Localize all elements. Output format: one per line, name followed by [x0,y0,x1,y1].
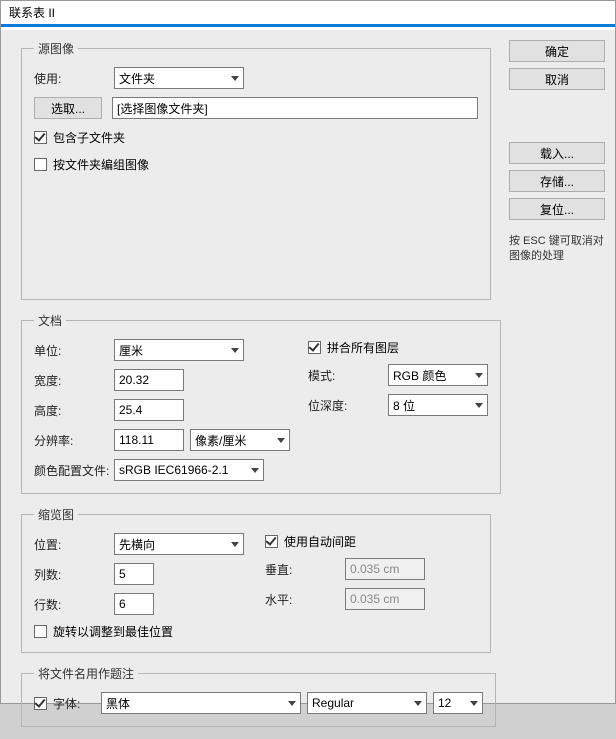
chevron-down-icon [231,348,239,353]
chevron-down-icon [231,76,239,81]
chevron-down-icon [231,542,239,547]
height-label: 高度: [34,402,114,419]
use-select[interactable]: 文件夹 [114,67,244,89]
vertical-label: 垂直: [265,561,345,578]
include-subfolders-label: 包含子文件夹 [53,129,125,146]
unit-label: 单位: [34,342,114,359]
reset-button[interactable]: 复位... [509,198,605,220]
vertical-spacing-input: 0.035 cm [345,558,425,580]
chevron-down-icon [414,701,422,706]
rotate-best-fit-label: 旋转以调整到最佳位置 [53,623,173,640]
save-button[interactable]: 存储... [509,170,605,192]
use-label: 使用: [34,70,114,87]
chevron-down-icon [251,468,259,473]
group-source-legend: 源图像 [34,40,78,57]
dialog-window: 联系表 II 确定 取消 载入... 存储... 复位... 按 ESC 键可取… [0,0,616,704]
rows-input[interactable]: 6 [114,593,154,615]
horizontal-label: 水平: [265,591,345,608]
load-button[interactable]: 载入... [509,142,605,164]
side-column: 确定 取消 载入... 存储... 复位... 按 ESC 键可取消对图像的处理 [509,40,605,265]
group-document-legend: 文档 [34,312,66,329]
group-by-folder-checkbox[interactable] [34,158,47,171]
horizontal-spacing-input: 0.035 cm [345,588,425,610]
flatten-layers-label: 拼合所有图层 [327,339,399,356]
rows-label: 行数: [34,596,114,613]
group-source: 源图像 使用: 文件夹 选取... [选择图像文件夹] 包含子文件夹 [21,40,491,300]
esc-hint: 按 ESC 键可取消对图像的处理 [509,234,605,265]
group-document: 文档 单位: 厘米 宽度: 20.32 高度: 25.4 [21,312,501,494]
font-family-select[interactable]: 黑体 [101,692,301,714]
auto-spacing-label: 使用自动间距 [284,533,356,550]
rotate-best-fit-checkbox[interactable] [34,625,47,638]
resolution-unit-select[interactable]: 像素/厘米 [190,429,290,451]
width-label: 宽度: [34,372,114,389]
font-size-select[interactable]: 12 [433,692,483,714]
chevron-down-icon [470,701,478,706]
font-label: 字体: [53,695,101,712]
chevron-down-icon [277,438,285,443]
width-input[interactable]: 20.32 [114,369,184,391]
group-thumbnails-legend: 缩览图 [34,506,78,523]
use-filename-caption-checkbox[interactable] [34,697,47,710]
group-thumbnails: 缩览图 位置: 先横向 列数: 5 行数: 6 [21,506,491,653]
resolution-label: 分辨率: [34,432,114,449]
title-text: 联系表 II [9,4,55,21]
group-caption-legend: 将文件名用作题注 [34,665,138,682]
folder-path-field[interactable]: [选择图像文件夹] [112,97,478,119]
title-bar: 联系表 II [1,1,615,27]
placement-select[interactable]: 先横向 [114,533,244,555]
height-input[interactable]: 25.4 [114,399,184,421]
dialog-body: 确定 取消 载入... 存储... 复位... 按 ESC 键可取消对图像的处理… [1,30,615,703]
depth-select[interactable]: 8 位 [388,394,488,416]
mode-label: 模式: [308,367,388,384]
unit-select[interactable]: 厘米 [114,339,244,361]
placement-label: 位置: [34,536,114,553]
mode-select[interactable]: RGB 颜色 [388,364,488,386]
include-subfolders-checkbox[interactable] [34,131,47,144]
chevron-down-icon [475,373,483,378]
group-by-folder-label: 按文件夹编组图像 [53,156,149,173]
profile-select[interactable]: sRGB IEC61966-2.1 [114,459,264,481]
cancel-button[interactable]: 取消 [509,68,605,90]
chevron-down-icon [288,701,296,706]
profile-label: 颜色配置文件: [34,462,114,479]
font-style-select[interactable]: Regular [307,692,427,714]
columns-input[interactable]: 5 [114,563,154,585]
choose-folder-button[interactable]: 选取... [34,97,102,119]
columns-label: 列数: [34,566,114,583]
resolution-input[interactable]: 118.11 [114,429,184,451]
ok-button[interactable]: 确定 [509,40,605,62]
flatten-layers-checkbox[interactable] [308,341,321,354]
main-column: 源图像 使用: 文件夹 选取... [选择图像文件夹] 包含子文件夹 [21,40,491,739]
group-caption: 将文件名用作题注 字体: 黑体 Regular 12 [21,665,496,727]
chevron-down-icon [475,403,483,408]
depth-label: 位深度: [308,397,388,414]
auto-spacing-checkbox[interactable] [265,535,278,548]
